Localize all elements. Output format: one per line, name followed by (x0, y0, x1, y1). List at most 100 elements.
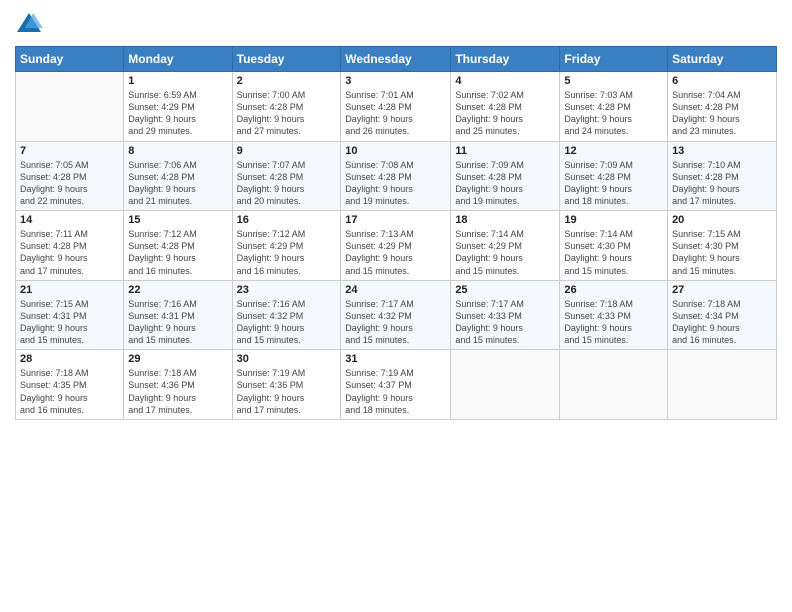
day-info: Sunrise: 7:16 AM Sunset: 4:31 PM Dayligh… (128, 298, 227, 347)
day-info: Sunrise: 7:14 AM Sunset: 4:29 PM Dayligh… (455, 228, 555, 277)
day-number: 31 (345, 353, 446, 365)
day-number: 15 (128, 214, 227, 226)
calendar-cell: 8 Sunrise: 7:06 AM Sunset: 4:28 PM Daylig… (124, 141, 232, 211)
weekday-saturday: Saturday (668, 47, 777, 72)
day-number: 28 (20, 353, 119, 365)
calendar-cell: 11 Sunrise: 7:09 AM Sunset: 4:28 PM Dayli… (451, 141, 560, 211)
day-number: 8 (128, 145, 227, 157)
day-number: 11 (455, 145, 555, 157)
day-info: Sunrise: 7:17 AM Sunset: 4:33 PM Dayligh… (455, 298, 555, 347)
calendar-cell: 21Sunrise: 7:15 AM Sunset: 4:31 PM Dayli… (16, 280, 124, 350)
day-number: 21 (20, 284, 119, 296)
calendar-body: 1 Sunrise: 6:59 AM Sunset: 4:29 PM Daylig… (16, 72, 777, 420)
day-info: Sunrise: 7:18 AM Sunset: 4:36 PM Dayligh… (128, 367, 227, 416)
day-number: 17 (345, 214, 446, 226)
day-info: Sunrise: 7:09 AM Sunset: 4:28 PM Dayligh… (455, 159, 555, 208)
week-row-3: 14Sunrise: 7:11 AM Sunset: 4:28 PM Dayli… (16, 211, 777, 281)
header (15, 10, 777, 38)
day-info: Sunrise: 7:01 AM Sunset: 4:28 PM Dayligh… (345, 89, 446, 138)
day-number: 23 (237, 284, 337, 296)
calendar-cell: 12 Sunrise: 7:09 AM Sunset: 4:28 PM Dayli… (560, 141, 668, 211)
calendar-cell: 15 Sunrise: 7:12 AM Sunset: 4:28 PM Dayli… (124, 211, 232, 281)
page: SundayMondayTuesdayWednesdayThursdayFrid… (0, 0, 792, 612)
calendar-cell: 25 Sunrise: 7:17 AM Sunset: 4:33 PM Dayli… (451, 280, 560, 350)
calendar-cell: 13 Sunrise: 7:10 AM Sunset: 4:28 PM Dayli… (668, 141, 777, 211)
day-info: Sunrise: 7:10 AM Sunset: 4:28 PM Dayligh… (672, 159, 772, 208)
day-number: 19 (564, 214, 663, 226)
week-row-4: 21Sunrise: 7:15 AM Sunset: 4:31 PM Dayli… (16, 280, 777, 350)
day-number: 30 (237, 353, 337, 365)
calendar-cell: 23 Sunrise: 7:16 AM Sunset: 4:32 PM Dayli… (232, 280, 341, 350)
day-number: 26 (564, 284, 663, 296)
week-row-1: 1 Sunrise: 6:59 AM Sunset: 4:29 PM Daylig… (16, 72, 777, 142)
day-number: 10 (345, 145, 446, 157)
calendar-cell (16, 72, 124, 142)
day-info: Sunrise: 7:06 AM Sunset: 4:28 PM Dayligh… (128, 159, 227, 208)
week-row-2: 7Sunrise: 7:05 AM Sunset: 4:28 PM Daylig… (16, 141, 777, 211)
day-info: Sunrise: 7:16 AM Sunset: 4:32 PM Dayligh… (237, 298, 337, 347)
calendar-cell: 1 Sunrise: 6:59 AM Sunset: 4:29 PM Daylig… (124, 72, 232, 142)
day-number: 1 (128, 75, 227, 87)
day-number: 25 (455, 284, 555, 296)
calendar-cell: 29 Sunrise: 7:18 AM Sunset: 4:36 PM Dayli… (124, 350, 232, 420)
week-row-5: 28 Sunrise: 7:18 AM Sunset: 4:35 PM Dayli… (16, 350, 777, 420)
day-number: 16 (237, 214, 337, 226)
day-number: 29 (128, 353, 227, 365)
day-info: Sunrise: 7:18 AM Sunset: 4:33 PM Dayligh… (564, 298, 663, 347)
day-number: 9 (237, 145, 337, 157)
day-number: 20 (672, 214, 772, 226)
day-info: Sunrise: 7:13 AM Sunset: 4:29 PM Dayligh… (345, 228, 446, 277)
calendar-cell: 10 Sunrise: 7:08 AM Sunset: 4:28 PM Dayli… (341, 141, 451, 211)
calendar-cell: 16Sunrise: 7:12 AM Sunset: 4:29 PM Dayli… (232, 211, 341, 281)
day-number: 13 (672, 145, 772, 157)
calendar-cell: 30 Sunrise: 7:19 AM Sunset: 4:36 PM Dayli… (232, 350, 341, 420)
weekday-thursday: Thursday (451, 47, 560, 72)
calendar-cell (668, 350, 777, 420)
logo (15, 10, 47, 38)
day-number: 7 (20, 145, 119, 157)
day-info: Sunrise: 7:08 AM Sunset: 4:28 PM Dayligh… (345, 159, 446, 208)
calendar-cell: 3Sunrise: 7:01 AM Sunset: 4:28 PM Daylig… (341, 72, 451, 142)
day-number: 6 (672, 75, 772, 87)
day-info: Sunrise: 7:11 AM Sunset: 4:28 PM Dayligh… (20, 228, 119, 277)
day-number: 2 (237, 75, 337, 87)
calendar-table: SundayMondayTuesdayWednesdayThursdayFrid… (15, 46, 777, 420)
calendar-cell: 2 Sunrise: 7:00 AM Sunset: 4:28 PM Daylig… (232, 72, 341, 142)
day-info: Sunrise: 7:15 AM Sunset: 4:30 PM Dayligh… (672, 228, 772, 277)
day-info: Sunrise: 7:07 AM Sunset: 4:28 PM Dayligh… (237, 159, 337, 208)
calendar-cell: 27Sunrise: 7:18 AM Sunset: 4:34 PM Dayli… (668, 280, 777, 350)
day-number: 22 (128, 284, 227, 296)
day-info: Sunrise: 7:04 AM Sunset: 4:28 PM Dayligh… (672, 89, 772, 138)
weekday-header-row: SundayMondayTuesdayWednesdayThursdayFrid… (16, 47, 777, 72)
calendar-cell: 14Sunrise: 7:11 AM Sunset: 4:28 PM Dayli… (16, 211, 124, 281)
calendar-cell: 28 Sunrise: 7:18 AM Sunset: 4:35 PM Dayli… (16, 350, 124, 420)
logo-icon (15, 10, 43, 38)
calendar-cell: 31 Sunrise: 7:19 AM Sunset: 4:37 PM Dayli… (341, 350, 451, 420)
calendar-cell (560, 350, 668, 420)
day-info: Sunrise: 7:09 AM Sunset: 4:28 PM Dayligh… (564, 159, 663, 208)
day-info: Sunrise: 7:00 AM Sunset: 4:28 PM Dayligh… (237, 89, 337, 138)
day-info: Sunrise: 6:59 AM Sunset: 4:29 PM Dayligh… (128, 89, 227, 138)
day-info: Sunrise: 7:18 AM Sunset: 4:35 PM Dayligh… (20, 367, 119, 416)
day-number: 27 (672, 284, 772, 296)
calendar-header: SundayMondayTuesdayWednesdayThursdayFrid… (16, 47, 777, 72)
calendar-cell: 6 Sunrise: 7:04 AM Sunset: 4:28 PM Daylig… (668, 72, 777, 142)
day-number: 18 (455, 214, 555, 226)
day-info: Sunrise: 7:19 AM Sunset: 4:37 PM Dayligh… (345, 367, 446, 416)
calendar-cell: 7Sunrise: 7:05 AM Sunset: 4:28 PM Daylig… (16, 141, 124, 211)
day-info: Sunrise: 7:19 AM Sunset: 4:36 PM Dayligh… (237, 367, 337, 416)
day-info: Sunrise: 7:02 AM Sunset: 4:28 PM Dayligh… (455, 89, 555, 138)
day-info: Sunrise: 7:12 AM Sunset: 4:28 PM Dayligh… (128, 228, 227, 277)
weekday-friday: Friday (560, 47, 668, 72)
weekday-tuesday: Tuesday (232, 47, 341, 72)
day-number: 5 (564, 75, 663, 87)
day-number: 12 (564, 145, 663, 157)
weekday-monday: Monday (124, 47, 232, 72)
weekday-sunday: Sunday (16, 47, 124, 72)
calendar-cell: 26 Sunrise: 7:18 AM Sunset: 4:33 PM Dayli… (560, 280, 668, 350)
calendar-cell: 18 Sunrise: 7:14 AM Sunset: 4:29 PM Dayli… (451, 211, 560, 281)
calendar-cell: 22 Sunrise: 7:16 AM Sunset: 4:31 PM Dayli… (124, 280, 232, 350)
calendar-cell: 5Sunrise: 7:03 AM Sunset: 4:28 PM Daylig… (560, 72, 668, 142)
calendar-cell: 9 Sunrise: 7:07 AM Sunset: 4:28 PM Daylig… (232, 141, 341, 211)
calendar-cell: 4Sunrise: 7:02 AM Sunset: 4:28 PM Daylig… (451, 72, 560, 142)
